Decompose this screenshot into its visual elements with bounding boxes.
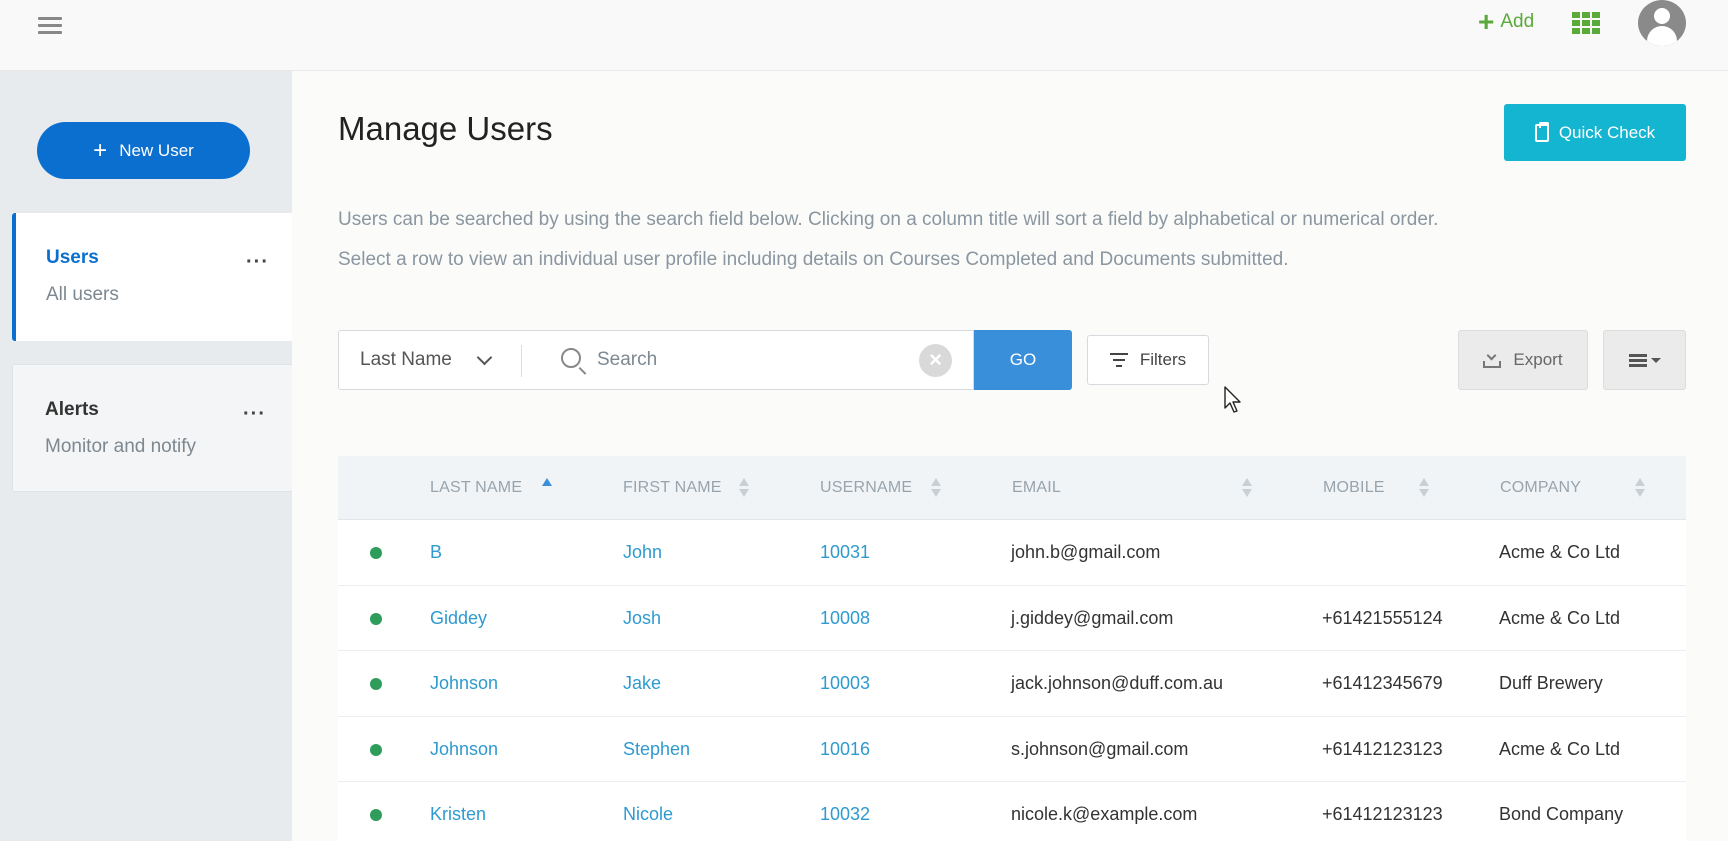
- more-options-icon[interactable]: ···: [243, 403, 266, 426]
- sidebar-item-users[interactable]: Users All users ···: [12, 213, 292, 341]
- caret-down-icon: [1650, 357, 1661, 363]
- table-row[interactable]: Kristen Nicole 10032 nicole.k@example.co…: [338, 782, 1686, 841]
- add-label: Add: [1500, 11, 1535, 32]
- users-table: LAST NAME FIRST NAME USERNAME EMAIL MOBI…: [338, 456, 1686, 841]
- sidebar-item-alerts[interactable]: Alerts Monitor and notify ···: [12, 364, 292, 492]
- search-field-value: Last Name: [360, 349, 452, 370]
- table-row[interactable]: B John 10031 john.b@gmail.com Acme & Co …: [338, 520, 1686, 586]
- cell-mobile: +61412345679: [1322, 673, 1443, 693]
- clear-search-icon[interactable]: ×: [919, 344, 952, 377]
- new-user-label: New User: [119, 140, 194, 160]
- sort-ascending-icon[interactable]: [542, 478, 552, 500]
- top-bar: + Add: [0, 0, 1728, 71]
- quick-check-label: Quick Check: [1558, 122, 1656, 142]
- table-row[interactable]: Giddey Josh 10008 j.giddey@gmail.com +61…: [338, 585, 1686, 651]
- plus-icon: +: [1478, 6, 1495, 37]
- sort-icon[interactable]: [739, 478, 749, 500]
- column-header-last-name[interactable]: LAST NAME: [430, 456, 522, 520]
- filters-label: Filters: [1139, 350, 1187, 369]
- apps-grid-icon[interactable]: [1572, 12, 1600, 34]
- user-avatar-icon[interactable]: [1638, 0, 1686, 46]
- cell-company: Acme & Co Ltd: [1499, 738, 1621, 759]
- cell-first-name[interactable]: Nicole: [623, 782, 673, 841]
- status-dot-icon: [370, 743, 382, 756]
- download-icon: [1483, 352, 1502, 368]
- sidebar: + New User Users All users ··· Alerts Mo…: [0, 71, 292, 841]
- column-header-company[interactable]: COMPANY: [1500, 456, 1581, 520]
- chevron-down-icon: [476, 349, 493, 366]
- filters-button[interactable]: Filters: [1087, 335, 1209, 385]
- column-header-first-name[interactable]: FIRST NAME: [623, 456, 722, 520]
- cell-company: Duff Brewery: [1499, 673, 1603, 693]
- status-dot-icon: [370, 547, 382, 559]
- status-dot-icon: [370, 612, 382, 625]
- sort-icon[interactable]: [1242, 478, 1252, 500]
- cell-username[interactable]: 10016: [820, 717, 870, 782]
- search-icon: [561, 348, 581, 368]
- cell-company: Bond Company: [1499, 804, 1624, 824]
- cell-mobile: +61421555124: [1322, 607, 1443, 628]
- cell-first-name[interactable]: Jake: [623, 651, 661, 716]
- column-header-username[interactable]: USERNAME: [820, 456, 912, 520]
- cell-last-name[interactable]: Giddey: [430, 586, 487, 651]
- cell-first-name[interactable]: John: [623, 520, 662, 585]
- list-view-icon: [1628, 353, 1647, 367]
- cell-username[interactable]: 10031: [820, 520, 870, 585]
- status-dot-icon: [370, 809, 382, 821]
- cell-last-name[interactable]: B: [430, 520, 442, 585]
- search-bar: Last Name ×: [338, 330, 974, 390]
- cell-company: Acme & Co Ltd: [1499, 542, 1621, 562]
- sort-icon[interactable]: [1419, 478, 1429, 500]
- plus-icon: +: [93, 136, 108, 164]
- export-label: Export: [1513, 350, 1563, 369]
- status-dot-icon: [370, 678, 382, 690]
- column-header-mobile[interactable]: MOBILE: [1323, 456, 1385, 520]
- divider: [521, 345, 522, 377]
- cell-first-name[interactable]: Josh: [623, 586, 661, 651]
- description-line-1: Users can be searched by using the searc…: [338, 209, 1439, 230]
- table-header: LAST NAME FIRST NAME USERNAME EMAIL MOBI…: [338, 456, 1686, 520]
- cell-first-name[interactable]: Stephen: [623, 717, 690, 782]
- cell-last-name[interactable]: Kristen: [430, 782, 486, 841]
- cell-email: john.b@gmail.com: [1011, 542, 1161, 562]
- cell-company: Acme & Co Ltd: [1499, 607, 1621, 628]
- cell-mobile: +61412123123: [1322, 804, 1443, 824]
- more-options-icon[interactable]: ···: [246, 251, 269, 274]
- column-header-email[interactable]: EMAIL: [1012, 456, 1061, 520]
- search-field-select[interactable]: Last Name: [339, 331, 523, 389]
- mouse-cursor-icon: [1224, 386, 1241, 413]
- quick-check-button[interactable]: Quick Check: [1504, 104, 1686, 161]
- sidebar-item-subtitle: Monitor and notify: [45, 436, 197, 457]
- cell-last-name[interactable]: Johnson: [430, 717, 498, 782]
- sidebar-item-subtitle: All users: [46, 284, 119, 305]
- description-line-2: Select a row to view an individual user …: [338, 249, 1289, 270]
- cell-email: jack.johnson@duff.com.au: [1011, 673, 1224, 693]
- cell-username[interactable]: 10032: [820, 782, 870, 841]
- cell-username[interactable]: 10008: [820, 586, 870, 651]
- cell-username[interactable]: 10003: [820, 651, 870, 716]
- sidebar-item-title: Alerts: [45, 399, 99, 420]
- hamburger-menu-icon[interactable]: [38, 14, 62, 38]
- view-options-button[interactable]: [1603, 330, 1686, 390]
- new-user-button[interactable]: + New User: [37, 122, 250, 179]
- export-button[interactable]: Export: [1458, 330, 1588, 390]
- go-button[interactable]: GO: [974, 330, 1072, 390]
- sort-icon[interactable]: [931, 478, 941, 500]
- search-input[interactable]: [597, 343, 897, 377]
- table-row[interactable]: Johnson Stephen 10016 s.johnson@gmail.co…: [338, 716, 1686, 782]
- cell-last-name[interactable]: Johnson: [430, 651, 498, 716]
- clipboard-icon: [1534, 121, 1549, 142]
- sort-icon[interactable]: [1635, 478, 1645, 500]
- cell-email: j.giddey@gmail.com: [1011, 607, 1174, 628]
- filter-icon: [1109, 353, 1128, 367]
- sidebar-item-title: Users: [46, 247, 99, 268]
- cell-email: nicole.k@example.com: [1011, 804, 1198, 824]
- cell-email: s.johnson@gmail.com: [1011, 738, 1189, 759]
- table-row[interactable]: Johnson Jake 10003 jack.johnson@duff.com…: [338, 651, 1686, 717]
- add-button[interactable]: + Add: [1478, 6, 1535, 37]
- page-title: Manage Users: [338, 110, 553, 147]
- cell-mobile: +61412123123: [1322, 738, 1443, 759]
